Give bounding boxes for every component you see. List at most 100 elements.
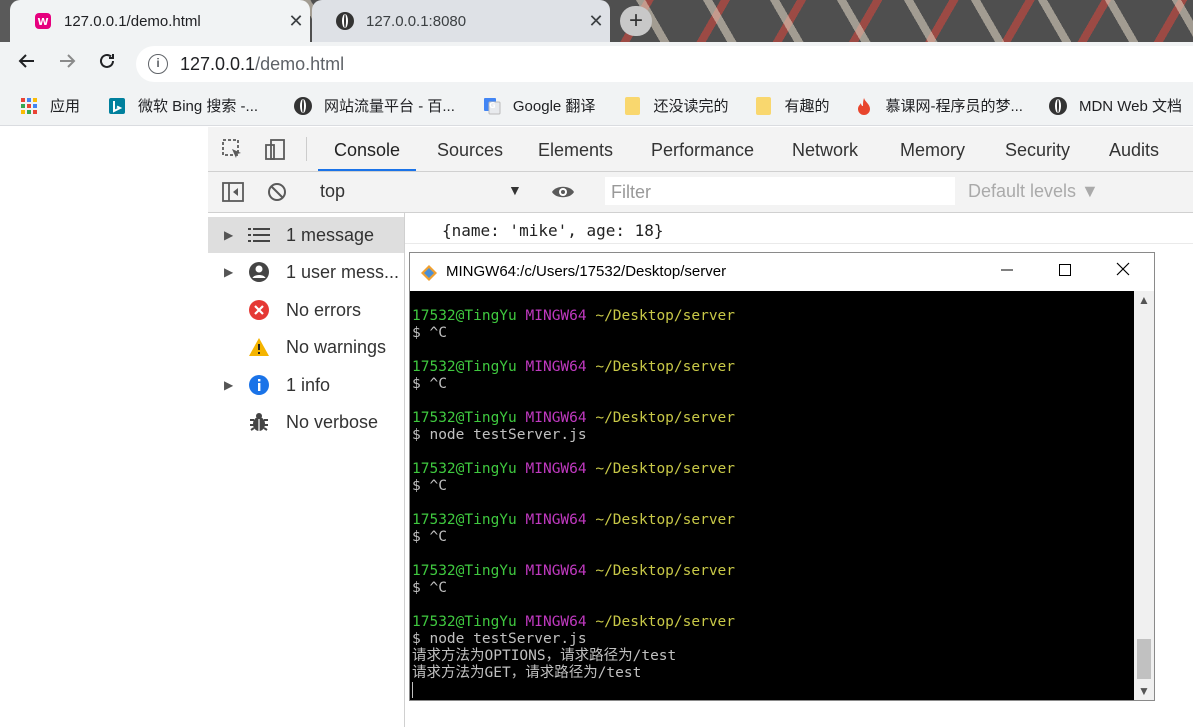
sidebar-item-user-messages[interactable]: ▶ 1 user mess...	[208, 254, 404, 290]
svg-text:G: G	[489, 101, 496, 110]
tab-network[interactable]: Network	[792, 127, 858, 171]
server-output-line: 请求方法为GET，请求路径为/test	[412, 665, 642, 681]
command-line: $ ^C	[412, 529, 447, 545]
sidebar-item-label: 1 message	[286, 224, 375, 245]
console-divider	[405, 243, 1193, 244]
console-toolbar: top ▼ Filter Default levels ▼	[208, 172, 1193, 213]
command-line: $ ^C	[412, 478, 447, 494]
filter-input[interactable]: Filter	[605, 177, 955, 205]
sidebar-item-label: 1 user mess...	[286, 261, 400, 282]
bookmark-bing[interactable]: 微软 Bing 搜索 -...	[98, 91, 268, 121]
expand-arrow-icon[interactable]: ▶	[224, 265, 236, 279]
bookmarks-bar: 应用 微软 Bing 搜索 -... 网站流量平台 - 百... G Googl…	[0, 86, 1193, 126]
eye-icon[interactable]	[550, 179, 576, 205]
url-path: /demo.html	[255, 53, 345, 74]
command-line: $ node testServer.js	[412, 631, 587, 647]
command-line: $ ^C	[412, 325, 447, 341]
tab-security[interactable]: Security	[1005, 127, 1070, 171]
bug-icon	[246, 411, 272, 433]
default-levels-dropdown[interactable]: Default levels ▼	[968, 181, 1099, 202]
tab-close-icon[interactable]: ✕	[582, 11, 610, 32]
list-icon	[246, 224, 272, 246]
browser-tab-8080[interactable]: 127.0.0.1:8080 ✕	[312, 0, 610, 42]
bookmark-label: MDN Web 文档	[1078, 98, 1183, 115]
bookmark-google-translate[interactable]: G Google 翻译	[473, 91, 606, 121]
scroll-up-icon[interactable]: ▲	[1134, 293, 1154, 307]
globe-favicon-icon	[336, 12, 354, 30]
bookmark-label: 微软 Bing 搜索 -...	[138, 98, 259, 115]
terminal-title: MINGW64:/c/Users/17532/Desktop/server	[446, 263, 727, 280]
back-arrow-icon[interactable]	[12, 50, 42, 78]
new-tab-button[interactable]: +	[620, 6, 652, 36]
sidebar-item-info[interactable]: ▶ 1 info	[208, 367, 404, 403]
terminal-output[interactable]: 17532@TingYu MINGW64 ~/Desktop/server $ …	[410, 291, 1134, 700]
sidebar-item-label: No verbose	[286, 411, 379, 432]
clear-console-icon[interactable]	[264, 179, 290, 205]
command-line: $ node testServer.js	[412, 427, 587, 443]
site-info-icon[interactable]: i	[148, 54, 168, 74]
prompt-line: 17532@TingYu MINGW64 ~/Desktop/server	[412, 308, 736, 324]
sidebar-item-errors[interactable]: No errors	[208, 292, 404, 328]
bookmark-mdn[interactable]: MDN Web 文档	[1039, 91, 1192, 121]
browser-toolbar: i 127.0.0.1/demo.html	[0, 42, 1193, 86]
inspect-element-icon[interactable]	[220, 137, 246, 163]
git-bash-icon	[420, 264, 438, 282]
bookmark-folder-unread[interactable]: 还没读完的	[613, 91, 738, 121]
minimize-icon[interactable]	[978, 253, 1036, 291]
toolbar-divider	[306, 137, 307, 161]
console-sidebar: ▶ 1 message ▶ 1 user mess... No errors N…	[208, 213, 405, 727]
wamp-favicon-icon: W	[34, 12, 52, 30]
sidebar-item-warnings[interactable]: No warnings	[208, 329, 404, 365]
prompt-line: 17532@TingYu MINGW64 ~/Desktop/server	[412, 614, 736, 630]
scroll-down-icon[interactable]: ▼	[1134, 684, 1154, 698]
sidebar-item-verbose[interactable]: No verbose	[208, 404, 404, 440]
tab-performance[interactable]: Performance	[651, 127, 754, 171]
command-line: $ ^C	[412, 376, 447, 392]
tab-close-icon[interactable]: ✕	[282, 11, 310, 32]
tab-sources[interactable]: Sources	[437, 127, 503, 171]
prompt-line: 17532@TingYu MINGW64 ~/Desktop/server	[412, 512, 736, 528]
tab-elements[interactable]: Elements	[538, 127, 613, 171]
bookmark-label: 慕课网-程序员的梦...	[885, 98, 1023, 115]
bookmark-folder-fun[interactable]: 有趣的	[744, 91, 839, 121]
folder-icon	[623, 96, 641, 115]
expand-arrow-icon[interactable]: ▶	[224, 228, 236, 242]
user-icon	[246, 261, 272, 283]
prompt-line: 17532@TingYu MINGW64 ~/Desktop/server	[412, 563, 736, 579]
tab-audits[interactable]: Audits	[1109, 127, 1159, 171]
close-icon[interactable]	[1094, 253, 1152, 291]
fire-icon	[855, 97, 873, 115]
browser-tab-strip: W 127.0.0.1/demo.html ✕ 127.0.0.1:8080 ✕…	[0, 0, 1193, 42]
prompt-line: 17532@TingYu MINGW64 ~/Desktop/server	[412, 410, 736, 426]
prompt-line: 17532@TingYu MINGW64 ~/Desktop/server	[412, 359, 736, 375]
folder-icon	[754, 96, 772, 115]
bookmark-apps[interactable]: 应用	[0, 91, 90, 121]
tab-console[interactable]: Console	[317, 127, 417, 171]
globe-icon	[294, 96, 313, 115]
terminal-scrollbar[interactable]: ▲ ▼	[1134, 291, 1154, 700]
scrollbar-thumb[interactable]	[1137, 639, 1151, 679]
bookmark-imooc[interactable]: 慕课网-程序员的梦...	[845, 91, 1033, 121]
sidebar-toggle-icon[interactable]	[220, 179, 246, 205]
bookmark-label: 还没读完的	[653, 98, 729, 115]
url-host: 127.0.0.1	[180, 53, 256, 74]
sidebar-item-messages[interactable]: ▶ 1 message	[208, 217, 404, 253]
tab-title: 127.0.0.1:8080	[366, 12, 467, 30]
context-selector[interactable]: top	[320, 181, 345, 202]
tab-memory[interactable]: Memory	[900, 127, 965, 171]
browser-tab-demo[interactable]: W 127.0.0.1/demo.html ✕	[10, 0, 310, 42]
address-bar[interactable]: i 127.0.0.1/demo.html	[136, 46, 1193, 82]
forward-arrow-icon[interactable]	[52, 50, 82, 78]
maximize-icon[interactable]	[1036, 253, 1094, 291]
bookmark-traffic[interactable]: 网站流量平台 - 百...	[284, 91, 465, 121]
bookmark-label: 网站流量平台 - 百...	[324, 98, 455, 115]
chevron-down-icon[interactable]: ▼	[508, 182, 522, 198]
server-output-line: 请求方法为OPTIONS，请求路径为/test	[412, 648, 677, 664]
device-toolbar-icon[interactable]	[262, 137, 288, 163]
terminal-title-bar[interactable]: MINGW64:/c/Users/17532/Desktop/server	[410, 253, 1154, 291]
prompt-line: 17532@TingYu MINGW64 ~/Desktop/server	[412, 461, 736, 477]
console-log-entry[interactable]: {name: 'mike', age: 18}	[442, 221, 664, 240]
reload-icon[interactable]	[92, 50, 122, 78]
expand-arrow-icon[interactable]: ▶	[224, 378, 236, 392]
sidebar-item-label: No errors	[286, 299, 362, 320]
